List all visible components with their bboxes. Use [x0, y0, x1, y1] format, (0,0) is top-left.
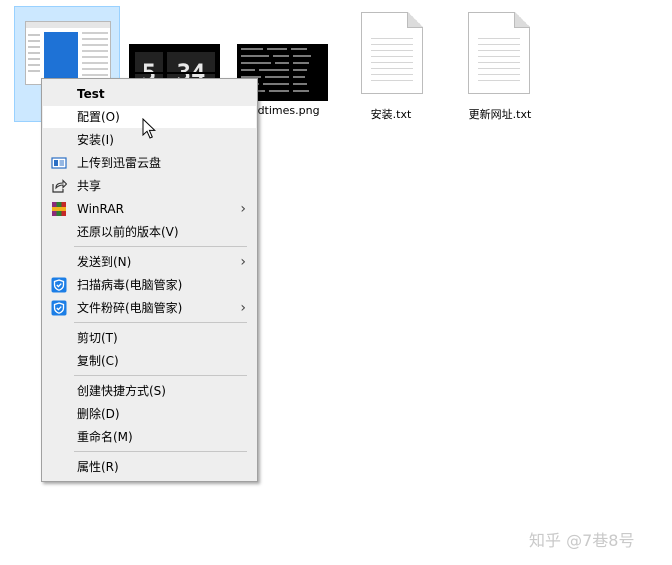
menu-item-label: 创建快捷方式(S): [77, 384, 166, 398]
menu-item-label: 上传到迅雷云盘: [77, 156, 162, 170]
menu-item-label: Test: [77, 87, 105, 101]
menu-item-share[interactable]: 共享: [43, 175, 256, 197]
menu-item-label: 删除(D): [77, 407, 120, 421]
menu-separator: [74, 322, 247, 323]
menu-item-label: 安装(I): [77, 133, 114, 147]
screenshot-thumbnail: [25, 21, 111, 85]
menu-item-label: 文件粉碎(电脑管家): [77, 301, 183, 315]
chevron-right-icon: ›: [240, 201, 246, 217]
menu-item-delete[interactable]: 删除(D): [43, 403, 256, 425]
menu-separator: [74, 451, 247, 452]
file-name: rldtimes.png: [250, 104, 320, 117]
menu-item-label: 还原以前的版本(V): [77, 225, 179, 239]
text-file-icon: [468, 12, 530, 94]
menu-item-label: 共享: [77, 179, 102, 193]
thunder-cloud-icon: [51, 157, 67, 169]
menu-item-label: 扫描病毒(电脑管家): [77, 278, 183, 292]
menu-item-upload-thunder-cloud[interactable]: 上传到迅雷云盘: [43, 152, 256, 174]
file-name: 更新网址.txt: [468, 108, 532, 121]
menu-separator: [74, 375, 247, 376]
menu-item-label: WinRAR: [77, 202, 124, 216]
pc-manager-shield-icon: [51, 277, 67, 293]
menu-item-create-shortcut[interactable]: 创建快捷方式(S): [43, 380, 256, 402]
menu-item-label: 属性(R): [77, 460, 119, 474]
menu-item-label: 配置(O): [77, 110, 120, 124]
chevron-right-icon: ›: [240, 254, 246, 270]
file-name: 安装.txt: [370, 108, 412, 121]
watermark: 知乎 @7巷8号: [529, 531, 635, 550]
pc-manager-shield-icon: [51, 300, 67, 316]
menu-item-restore-previous-versions[interactable]: 还原以前的版本(V): [43, 221, 256, 243]
menu-item-send-to[interactable]: 发送到(N) ›: [43, 251, 256, 273]
menu-item-winrar[interactable]: WinRAR ›: [43, 198, 256, 220]
menu-item-cut[interactable]: 剪切(T): [43, 327, 256, 349]
menu-item-label: 发送到(N): [77, 255, 132, 269]
menu-item-label: 剪切(T): [77, 331, 118, 345]
chevron-right-icon: ›: [240, 300, 246, 316]
menu-item-label: 复制(C): [77, 354, 119, 368]
menu-item-rename[interactable]: 重命名(M): [43, 426, 256, 448]
menu-item-scan-virus[interactable]: 扫描病毒(电脑管家): [43, 274, 256, 296]
share-icon: [52, 179, 67, 193]
menu-item-file-shredder[interactable]: 文件粉碎(电脑管家) ›: [43, 297, 256, 319]
winrar-icon: [52, 202, 66, 216]
text-file-icon: [361, 12, 423, 94]
menu-item-test[interactable]: Test: [43, 83, 256, 105]
menu-item-properties[interactable]: 属性(R): [43, 456, 256, 478]
menu-separator: [74, 246, 247, 247]
menu-item-label: 重命名(M): [77, 430, 133, 444]
mouse-cursor-icon: [142, 118, 156, 139]
menu-item-copy[interactable]: 复制(C): [43, 350, 256, 372]
